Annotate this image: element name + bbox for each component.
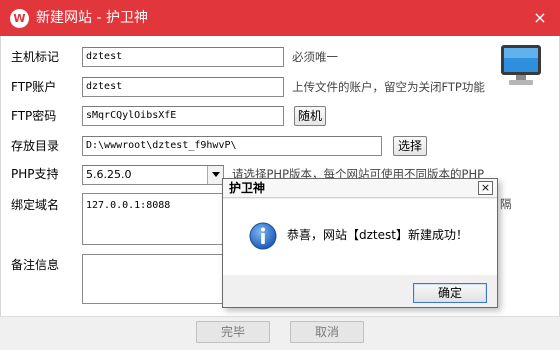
chevron-down-icon[interactable] xyxy=(207,166,223,184)
window-title: 新建网站 - 护卫神 xyxy=(36,10,148,26)
php-label: PHP支持 xyxy=(11,167,59,181)
notes-label: 备注信息 xyxy=(11,258,60,272)
monitor-icon xyxy=(501,45,541,85)
host-hint: 必须唯一 xyxy=(292,50,338,64)
notes-textarea[interactable] xyxy=(82,254,224,304)
browse-directory-button[interactable]: 选择 xyxy=(393,136,427,156)
success-dialog: 护卫神 × 恭喜，网站【dztest】新建成功！ 确定 xyxy=(222,178,498,308)
domain-hint: 隔 xyxy=(500,197,512,211)
ftp-account-hint: 上传文件的账户，留空为关闭FTP功能 xyxy=(292,80,485,94)
host-label: 主机标记 xyxy=(11,50,60,64)
domain-label: 绑定域名 xyxy=(11,198,60,212)
close-icon[interactable]: × xyxy=(530,8,550,28)
dialog-body: 恭喜，网站【dztest】新建成功！ xyxy=(223,199,497,275)
footer-bar xyxy=(0,316,560,350)
dialog-title-bar: 护卫神 × xyxy=(223,179,497,198)
host-input[interactable]: dztest xyxy=(82,47,284,67)
app-logo-icon: W xyxy=(10,9,29,28)
ftp-account-label: FTP账户 xyxy=(11,80,57,94)
php-version-value: 5.6.25.0 xyxy=(86,168,132,181)
domain-textarea[interactable]: 127.0.0.1:8088 xyxy=(82,193,224,245)
ftp-account-input[interactable]: dztest xyxy=(82,77,284,97)
php-version-select[interactable]: 5.6.25.0 xyxy=(82,165,224,185)
ftp-password-input[interactable]: sMqrCQylOibsXfE xyxy=(82,106,284,126)
info-icon xyxy=(249,222,277,250)
random-password-button[interactable]: 随机 xyxy=(294,106,326,126)
directory-label: 存放目录 xyxy=(11,139,60,153)
ftp-password-label: FTP密码 xyxy=(11,109,57,123)
cancel-button[interactable]: 取消 xyxy=(290,321,364,343)
dialog-message: 恭喜，网站【dztest】新建成功！ xyxy=(287,228,468,242)
dialog-close-icon[interactable]: × xyxy=(478,181,493,195)
finish-button[interactable]: 完毕 xyxy=(196,321,270,343)
dialog-title: 护卫神 xyxy=(229,181,266,195)
directory-input[interactable]: D:\wwwroot\dztest_f9hwvP\ xyxy=(82,136,382,156)
ok-button[interactable]: 确定 xyxy=(413,283,487,303)
title-bar: W 新建网站 - 护卫神 × xyxy=(0,0,560,36)
